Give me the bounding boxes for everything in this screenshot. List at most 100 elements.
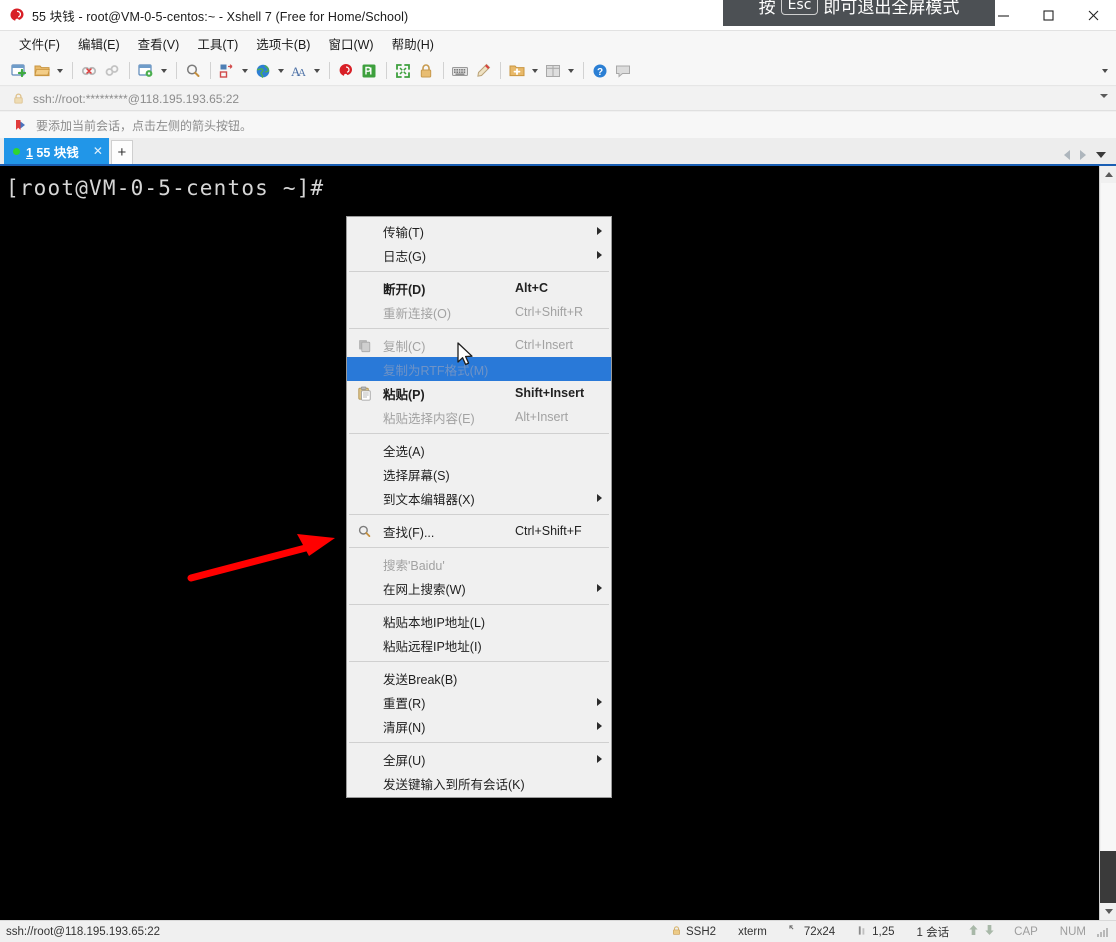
menu-item-select-screen[interactable]: 选择屏幕(S) <box>347 462 611 486</box>
terminal-context-menu[interactable]: 传输(T) 日志(G) 断开(D) Alt+C 重新连接(O) Ctrl+Shi… <box>346 216 612 798</box>
add-folder-icon[interactable] <box>506 60 528 82</box>
toolbar: A A ? <box>0 56 1116 86</box>
toolbar-separator <box>583 62 584 79</box>
close-button[interactable] <box>1071 0 1116 31</box>
chevron-left-icon[interactable] <box>1064 150 1070 160</box>
status-num-lock: NUM <box>1059 925 1086 938</box>
menu-item-copy: 复制(C) Ctrl+Insert <box>347 333 611 357</box>
terminal-scrollbar[interactable] <box>1099 166 1116 920</box>
new-tab-button[interactable]: + <box>110 140 133 164</box>
toolbar-separator <box>329 62 330 79</box>
tab-status-dot-icon <box>13 147 20 155</box>
status-terminal-type: xterm <box>738 925 767 938</box>
chevron-down-icon[interactable] <box>1100 94 1108 98</box>
tab-navigation <box>1064 150 1112 160</box>
menu-item-find[interactable]: 查找(F)... Ctrl+Shift+F <box>347 519 611 543</box>
toolbar-separator <box>443 62 444 79</box>
menu-item-select-all[interactable]: 全选(A) <box>347 438 611 462</box>
menu-item-label: 复制为RTF格式(M) <box>383 363 489 378</box>
menu-item-log[interactable]: 日志(G) <box>347 243 611 267</box>
fullscreen-hint-suffix: 即可退出全屏模式 <box>823 0 960 18</box>
comment-icon[interactable] <box>612 60 634 82</box>
submenu-arrow-icon <box>597 584 602 592</box>
disconnect-icon[interactable] <box>78 60 100 82</box>
menu-item-paste-remote-ip[interactable]: 粘贴远程IP地址(I) <box>347 633 611 657</box>
menu-item-send-key-to-all-sessions[interactable]: 发送键输入到所有会话(K) <box>347 771 611 795</box>
open-session-icon[interactable] <box>31 60 53 82</box>
lock-icon[interactable] <box>415 60 437 82</box>
tab-label: 1 55 块钱 <box>26 142 79 161</box>
close-icon[interactable]: ✕ <box>93 144 103 158</box>
fullscreen-hint-prefix: 按 <box>758 0 776 18</box>
new-session-icon[interactable] <box>8 60 30 82</box>
session-properties-caret-icon[interactable] <box>158 60 169 82</box>
maximize-button[interactable] <box>1026 0 1071 31</box>
layout-grid-caret-icon[interactable] <box>565 60 576 82</box>
toolbar-separator <box>500 62 501 79</box>
keyboard-icon[interactable] <box>449 60 471 82</box>
menu-item-fullscreen[interactable]: 全屏(U) <box>347 747 611 771</box>
highlight-pen-icon[interactable] <box>472 60 494 82</box>
menu-item-label: 重置(R) <box>383 696 426 711</box>
svg-text:A: A <box>298 67 306 79</box>
menu-item-send-break[interactable]: 发送Break(B) <box>347 666 611 690</box>
menu-item-label: 传输(T) <box>383 225 424 240</box>
layout-grid-icon[interactable] <box>542 60 564 82</box>
menu-edit[interactable]: 编辑(E) <box>69 31 129 56</box>
menu-tools[interactable]: 工具(T) <box>188 31 247 56</box>
menu-item-to-text-editor[interactable]: 到文本编辑器(X) <box>347 486 611 510</box>
menu-file[interactable]: 文件(F) <box>10 31 69 56</box>
help-icon[interactable]: ? <box>589 60 611 82</box>
menu-window[interactable]: 窗口(W) <box>319 31 382 56</box>
menu-item-label: 日志(G) <box>383 249 427 264</box>
chevron-right-icon[interactable] <box>1080 150 1086 160</box>
paste-icon <box>356 385 372 401</box>
find-icon[interactable] <box>182 60 204 82</box>
status-cursor-position: 1,25 <box>846 925 905 939</box>
submenu-arrow-icon <box>597 227 602 235</box>
font-size-caret-icon[interactable] <box>311 60 322 82</box>
menu-item-transfer[interactable]: 传输(T) <box>347 219 611 243</box>
menu-item-disconnect[interactable]: 断开(D) Alt+C <box>347 276 611 300</box>
scroll-up-button[interactable] <box>1100 166 1116 183</box>
transfer-caret-icon[interactable] <box>239 60 250 82</box>
web-browser-icon[interactable] <box>252 60 274 82</box>
toolbar-overflow-icon[interactable] <box>1099 65 1110 76</box>
address-bar[interactable]: ssh://root:*********@118.195.193.65:22 <box>0 87 1116 111</box>
menu-separator <box>349 328 609 329</box>
add-folder-caret-icon[interactable] <box>529 60 540 82</box>
session-properties-icon[interactable] <box>135 60 157 82</box>
tab-session-1[interactable]: 1 55 块钱 ✕ <box>4 138 109 164</box>
transfer-icon[interactable] <box>216 60 238 82</box>
menu-item-reset[interactable]: 重置(R) <box>347 690 611 714</box>
xshell-window: 55 块钱 - root@VM-0-5-centos:~ - Xshell 7 … <box>0 0 1116 942</box>
tab-title: 55 块钱 <box>32 145 79 160</box>
tab-bar: 1 55 块钱 ✕ + <box>0 138 1116 166</box>
menu-view[interactable]: 查看(V) <box>129 31 189 56</box>
menu-item-shortcut: Ctrl+Insert <box>515 338 574 352</box>
scroll-down-button[interactable] <box>1100 903 1116 920</box>
open-session-caret-icon[interactable] <box>54 60 65 82</box>
menu-item-label: 在网上搜索(W) <box>383 582 466 597</box>
xftp-icon[interactable] <box>358 60 380 82</box>
reconnect-icon[interactable] <box>101 60 123 82</box>
submenu-arrow-icon <box>597 698 602 706</box>
web-browser-caret-icon[interactable] <box>275 60 286 82</box>
address-input[interactable]: ssh://root:*********@118.195.193.65:22 <box>33 92 239 106</box>
menu-help[interactable]: 帮助(H) <box>383 31 443 56</box>
scrollbar-thumb[interactable] <box>1101 183 1116 851</box>
font-size-icon[interactable]: A A <box>288 60 310 82</box>
menu-item-paste-local-ip[interactable]: 粘贴本地IP地址(L) <box>347 609 611 633</box>
chevron-down-icon[interactable] <box>1096 152 1106 158</box>
menu-item-clear-screen[interactable]: 清屏(N) <box>347 714 611 738</box>
xshell-icon[interactable] <box>335 60 357 82</box>
menu-item-shortcut: Alt+C <box>515 281 548 295</box>
menu-item-label: 选择屏幕(S) <box>383 468 450 483</box>
status-screen-size: 72x24 <box>778 924 846 939</box>
menu-tabs[interactable]: 选项卡(B) <box>247 31 319 56</box>
fullscreen-icon[interactable] <box>392 60 414 82</box>
window-title: 55 块钱 - root@VM-0-5-centos:~ - Xshell 7 … <box>32 9 409 24</box>
menu-item-paste[interactable]: 粘贴(P) Shift+Insert <box>347 381 611 405</box>
menu-item-search-web[interactable]: 在网上搜索(W) <box>347 576 611 600</box>
status-bar: ssh://root@118.195.193.65:22 SSH2 xterm … <box>0 920 1116 942</box>
